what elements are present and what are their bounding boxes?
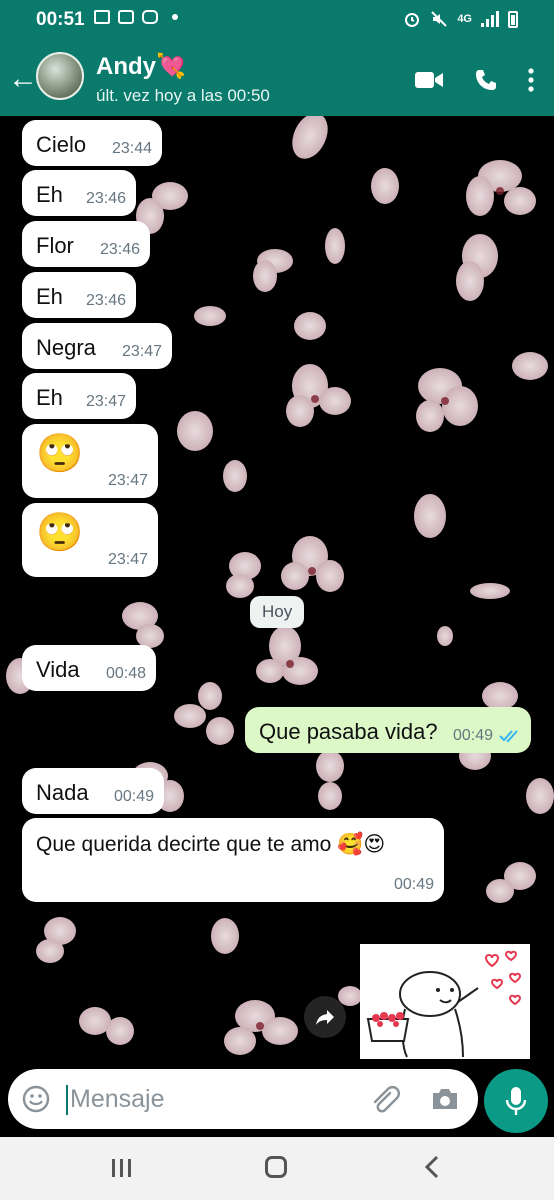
day-separator: Hoy	[250, 596, 305, 628]
message-text: Que querida decirte que te amo 🥰😍	[36, 833, 386, 856]
text-caret	[66, 1085, 68, 1115]
message-time: 00:49	[113, 788, 154, 805]
message-text: Nada	[36, 780, 89, 805]
battery-icon	[508, 10, 518, 28]
message-time: 00:48	[105, 665, 146, 682]
message-time: 23:47	[85, 393, 126, 410]
message-time: 00:49	[452, 727, 493, 744]
eye-roll-emoji: 🙄	[36, 433, 84, 475]
system-navbar	[0, 1137, 554, 1200]
message-time: 23:46	[85, 292, 126, 309]
message-input-box[interactable]	[8, 1069, 478, 1129]
status-bar: 00:51 4G	[0, 0, 554, 40]
instagram-icon	[142, 10, 158, 24]
message-text: Eh	[36, 284, 63, 309]
message-text: Eh	[36, 385, 63, 410]
message-time: 23:47	[121, 343, 162, 360]
more-icon[interactable]	[528, 68, 534, 92]
message-bubble-incoming[interactable]: Que querida decirte que te amo 🥰😍 00:49	[22, 818, 444, 902]
message-composer	[0, 1063, 554, 1137]
message-time: 23:44	[111, 140, 152, 157]
message-time: 23:46	[85, 190, 126, 207]
status-system-icons: 4G	[403, 10, 518, 28]
dot-icon	[172, 14, 178, 20]
mic-button[interactable]	[484, 1069, 548, 1133]
message-bubble-incoming[interactable]: Eh 23:46	[22, 170, 136, 216]
message-text: Negra	[36, 335, 96, 360]
contact-name[interactable]: Andy💘	[96, 52, 186, 81]
message-bubble-incoming[interactable]: Vida 00:48	[22, 645, 156, 691]
last-seen: últ. vez hoy a las 00:50	[96, 86, 270, 105]
message-text: Flor	[36, 233, 74, 258]
emoji-icon[interactable]	[22, 1085, 50, 1113]
eye-roll-emoji: 🙄	[36, 512, 84, 554]
message-bubble-incoming[interactable]: Negra 23:47	[22, 323, 172, 369]
message-bubble-incoming[interactable]: Nada 00:49	[22, 768, 164, 814]
message-bubble-incoming[interactable]: Flor 23:46	[22, 221, 150, 267]
message-time: 00:49	[393, 876, 434, 893]
message-bubble-incoming[interactable]: Eh 23:47	[22, 373, 136, 419]
chat-header: ← Andy💘 últ. vez hoy a las 00:50	[0, 40, 554, 116]
camera-icon[interactable]	[430, 1086, 460, 1112]
network-label: 4G	[457, 13, 472, 25]
mic-icon	[505, 1087, 527, 1115]
avatar[interactable]	[36, 52, 84, 100]
mute-icon	[431, 11, 448, 27]
signal-icon	[481, 11, 499, 27]
dice-icon	[118, 10, 134, 24]
status-time: 00:51	[36, 9, 85, 30]
message-bubble-incoming[interactable]: 🙄 23:47	[22, 503, 158, 577]
message-bubble-incoming[interactable]: Eh 23:46	[22, 272, 136, 318]
status-notification-icons	[94, 10, 178, 24]
forward-icon	[316, 1010, 334, 1025]
sticker-image[interactable]	[360, 944, 530, 1059]
home-icon[interactable]	[265, 1156, 287, 1178]
message-time: 23:47	[107, 551, 148, 568]
message-time: 23:47	[107, 472, 148, 489]
read-ticks-icon	[499, 730, 518, 743]
message-text: Vida	[36, 657, 80, 682]
top-bar: 00:51 4G ← Andy💘 últ. vez hoy a las 00:5…	[0, 0, 554, 116]
message-text: Eh	[36, 182, 63, 207]
message-time: 23:46	[99, 241, 140, 258]
message-bubble-incoming[interactable]: Cielo 23:44	[22, 120, 162, 166]
message-bubble-outgoing[interactable]: Que pasaba vida? 00:49	[245, 707, 531, 753]
header-actions	[414, 68, 534, 92]
message-text: Que pasaba vida?	[259, 719, 438, 744]
flork-sticker-drawing	[366, 950, 522, 1058]
forward-button[interactable]	[304, 996, 346, 1038]
call-icon[interactable]	[474, 68, 498, 92]
back-arrow-icon[interactable]: ←	[8, 62, 38, 96]
chat-area[interactable]: Cielo 23:44 Eh 23:46 Flor 23:46 Eh 23:46…	[0, 116, 554, 1063]
back-icon[interactable]	[424, 1155, 440, 1179]
video-call-icon[interactable]	[414, 69, 444, 91]
attach-icon[interactable]	[370, 1085, 400, 1115]
alarm-icon	[405, 13, 420, 27]
message-text: Cielo	[36, 132, 87, 157]
recent-apps-icon[interactable]	[110, 1158, 134, 1178]
image-icon	[94, 10, 110, 24]
message-input[interactable]	[70, 1079, 370, 1119]
message-bubble-incoming[interactable]: 🙄 23:47	[22, 424, 158, 498]
